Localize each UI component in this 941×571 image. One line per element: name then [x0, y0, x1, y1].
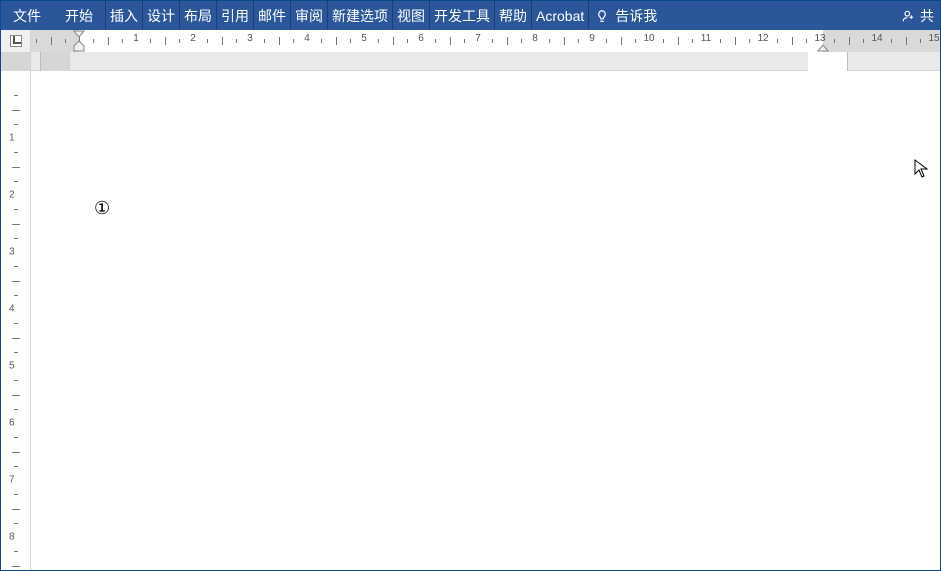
- left-indent-marker[interactable]: [73, 40, 85, 52]
- cursor-icon: [914, 159, 930, 179]
- tab-stop-icon: [10, 35, 22, 47]
- ruler-number: 2: [190, 33, 196, 44]
- page-corner-top-left: [40, 52, 70, 71]
- ruler-number: 7: [475, 33, 481, 44]
- horizontal-ruler-row: 123456789101112131415: [1, 30, 940, 52]
- ruler-number: 5: [361, 33, 367, 44]
- vruler-number: 1: [9, 133, 15, 144]
- ruler-number: 11: [701, 33, 711, 44]
- tab-help[interactable]: 帮助: [495, 1, 532, 30]
- vruler-ticks: 1 2 3 4 5 6 7 8: [1, 71, 30, 570]
- vruler-number: 6: [9, 418, 15, 429]
- first-line-indent-marker[interactable]: [73, 30, 85, 38]
- ruler-number: 15: [928, 33, 939, 44]
- vruler-number: 3: [9, 247, 15, 258]
- ruler-ticks: 123456789101112131415: [31, 30, 940, 52]
- horizontal-ruler[interactable]: 123456789101112131415: [31, 30, 940, 52]
- tab-acrobat[interactable]: Acrobat: [532, 1, 589, 30]
- tab-start[interactable]: 开始: [53, 1, 106, 30]
- vruler-number: 4: [9, 304, 15, 315]
- vruler-number: 8: [9, 532, 15, 543]
- tab-file[interactable]: 文件: [1, 1, 53, 30]
- ruler-number: 6: [418, 33, 424, 44]
- ruler-number: 14: [871, 33, 882, 44]
- ruler-number: 3: [247, 33, 253, 44]
- ruler-number: 12: [757, 33, 768, 44]
- lightbulb-icon: [595, 9, 609, 23]
- tab-review[interactable]: 审阅: [291, 1, 328, 30]
- document-area[interactable]: ①: [31, 71, 940, 570]
- tab-view[interactable]: 视图: [393, 1, 430, 30]
- document-text[interactable]: ①: [94, 198, 110, 219]
- page[interactable]: ①: [40, 71, 848, 570]
- vruler-number: 7: [9, 475, 15, 486]
- app-window: 文件 开始 插入 设计 布局 引用 邮件 审阅 新建选项 视图 开发工具 帮助 …: [0, 0, 941, 571]
- ruler-number: 10: [643, 33, 654, 44]
- ruler-number: 8: [532, 33, 538, 44]
- header-gap-row: [1, 52, 940, 71]
- header-gap-area: [31, 52, 940, 70]
- tab-insert[interactable]: 插入: [106, 1, 143, 30]
- tell-me-label: 告诉我: [615, 6, 657, 26]
- ribbon-tabs: 文件 开始 插入 设计 布局 引用 邮件 审阅 新建选项 视图 开发工具 帮助 …: [1, 1, 940, 30]
- tab-design[interactable]: 设计: [143, 1, 180, 30]
- tab-new-option[interactable]: 新建选项: [328, 1, 393, 30]
- tab-layout[interactable]: 布局: [180, 1, 217, 30]
- tab-developer[interactable]: 开发工具: [430, 1, 495, 30]
- tab-references[interactable]: 引用: [217, 1, 254, 30]
- ruler-number: 4: [304, 33, 310, 44]
- vruler-number: 5: [9, 361, 15, 372]
- share-icon: [902, 9, 916, 23]
- vruler-number: 2: [9, 190, 15, 201]
- tab-mailings[interactable]: 邮件: [254, 1, 291, 30]
- ruler-number: 9: [589, 33, 595, 44]
- tell-me-box[interactable]: 告诉我: [589, 6, 663, 26]
- tab-selector[interactable]: [1, 30, 31, 52]
- vertical-ruler[interactable]: 1 2 3 4 5 6 7 8: [1, 71, 31, 570]
- header-gap-corner: [1, 52, 31, 70]
- share-button[interactable]: 共: [896, 6, 940, 26]
- share-label: 共: [920, 6, 934, 26]
- ruler-number: 13: [814, 33, 825, 44]
- right-indent-marker[interactable]: [817, 44, 829, 52]
- ruler-number: 1: [133, 33, 139, 44]
- page-corner-top-right: [808, 52, 848, 71]
- body-row: 1 2 3 4 5 6 7 8 ①: [1, 71, 940, 570]
